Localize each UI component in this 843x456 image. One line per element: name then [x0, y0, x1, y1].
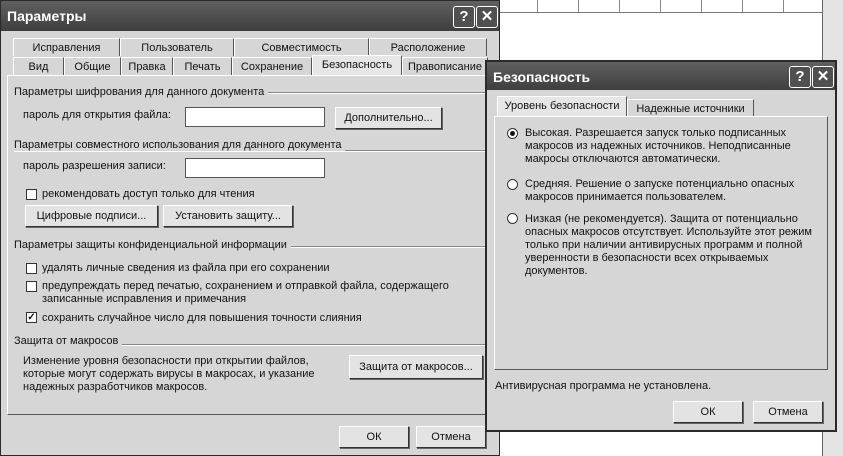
encryption-heading: Параметры шифрования для данного докумен… [14, 86, 269, 98]
security-high-line1: Высокая. Разрешается запуск только подпи… [525, 127, 787, 139]
tab-security[interactable]: Безопасность [312, 55, 402, 76]
tab-spelling[interactable]: Правописание [402, 57, 488, 75]
macro-description-line1: Изменение уровня безопасности при открыт… [23, 355, 309, 367]
options-dialog: Параметры ? ✕ Исправления Пользователь С… [0, 0, 500, 456]
security-low-line5: документов. [525, 265, 588, 277]
options-ok-button[interactable]: ОК [339, 426, 409, 448]
store-random-number-label: сохранить случайное число для повышения … [42, 312, 362, 324]
open-password-label: пароль для открытия файла: [23, 109, 171, 121]
options-title: Параметры [7, 8, 87, 24]
tab-trusted-sources[interactable]: Надежные источники [627, 99, 754, 117]
security-medium-radio[interactable] [507, 179, 518, 190]
open-password-input[interactable] [185, 107, 325, 127]
security-high-text: Высокая. Разрешается запуск только подпи… [525, 127, 791, 166]
security-low-line3: только при наличии антивирусных программ… [525, 239, 803, 251]
digital-signatures-button[interactable]: Цифровые подписи... [25, 205, 158, 227]
antivirus-status: Антивирусная программа не установлена. [495, 380, 712, 392]
store-random-number-checkbox[interactable]: ✓ [26, 312, 37, 323]
help-icon[interactable]: ? [453, 6, 475, 28]
tab-file-locations[interactable]: Расположение [369, 38, 487, 56]
warn-before-print-label-line1: предупреждать перед печатью, сохранением… [42, 280, 449, 292]
security-low-radio[interactable] [507, 213, 518, 224]
tab-print[interactable]: Печать [173, 57, 232, 75]
privacy-heading: Параметры защиты конфиденциальной информ… [14, 239, 291, 251]
security-high-line2: макросов из надежных источников. Неподпи… [525, 140, 791, 152]
remove-personal-info-checkbox[interactable] [26, 263, 37, 274]
warn-before-print-label-line2: записанные исправления и примечания [42, 293, 247, 305]
macro-description-line3: надежных разработчиков макросов. [23, 381, 208, 393]
options-cancel-button[interactable]: Отмена [416, 426, 486, 448]
security-high-radio[interactable] [507, 128, 518, 139]
security-dialog: Безопасность ? ✕ Уровень безопасности На… [485, 60, 837, 432]
macro-heading: Защита от макросов [14, 335, 123, 347]
tab-view[interactable]: Вид [13, 57, 64, 75]
tab-edit[interactable]: Правка [121, 57, 173, 75]
tab-revisions[interactable]: Исправления [13, 38, 120, 56]
security-titlebar: Безопасность ? ✕ [487, 62, 835, 90]
advanced-button[interactable]: Дополнительно... [335, 107, 442, 129]
tab-general[interactable]: Общие [64, 57, 121, 75]
security-medium-text: Средняя. Решение о запуске потенциально … [525, 178, 794, 204]
tab-compatibility[interactable]: Совместимость [234, 38, 369, 56]
security-high-line3: макросы отключаются автоматически. [525, 153, 721, 165]
sharing-heading: Параметры совместного использования для … [14, 139, 346, 151]
options-titlebar: Параметры ? ✕ [1, 1, 499, 31]
security-medium-line1: Средняя. Решение о запуске потенциально … [525, 178, 795, 190]
security-low-text: Низкая (не рекомендуется). Защита от пот… [525, 213, 812, 278]
read-only-checkbox[interactable] [26, 189, 37, 200]
write-password-input[interactable] [185, 158, 325, 178]
help-icon[interactable]: ? [789, 66, 811, 88]
read-only-label: рекомендовать доступ только для чтения [42, 188, 255, 200]
security-ok-button[interactable]: ОК [673, 401, 743, 423]
security-cancel-button[interactable]: Отмена [753, 401, 823, 423]
write-password-label: пароль разрешения записи: [23, 160, 166, 172]
security-low-line4: уверенности в безопасности всех открывае… [525, 252, 769, 264]
security-title: Безопасность [493, 69, 591, 85]
security-low-line1: Низкая (не рекомендуется). Защита от пот… [525, 213, 798, 225]
background-document-grid [497, 0, 822, 13]
tab-security-level[interactable]: Уровень безопасности [497, 96, 627, 117]
warn-before-print-checkbox[interactable] [26, 281, 37, 292]
close-icon[interactable]: ✕ [812, 66, 834, 88]
close-icon[interactable]: ✕ [476, 6, 498, 28]
remove-personal-info-label: удалять личные сведения из файла при его… [42, 262, 330, 274]
security-low-line2: опасных макросов отсутствует. Используйт… [525, 226, 812, 238]
macro-description-line2: которые могут содержать вирусы в макроса… [23, 368, 315, 380]
macro-security-button[interactable]: Защита от макросов... [349, 355, 483, 379]
tab-user[interactable]: Пользователь [120, 38, 234, 56]
protect-document-button[interactable]: Установить защиту... [163, 205, 293, 227]
security-medium-line2: макросов принимается пользователем. [525, 191, 727, 203]
tab-save[interactable]: Сохранение [232, 57, 312, 75]
